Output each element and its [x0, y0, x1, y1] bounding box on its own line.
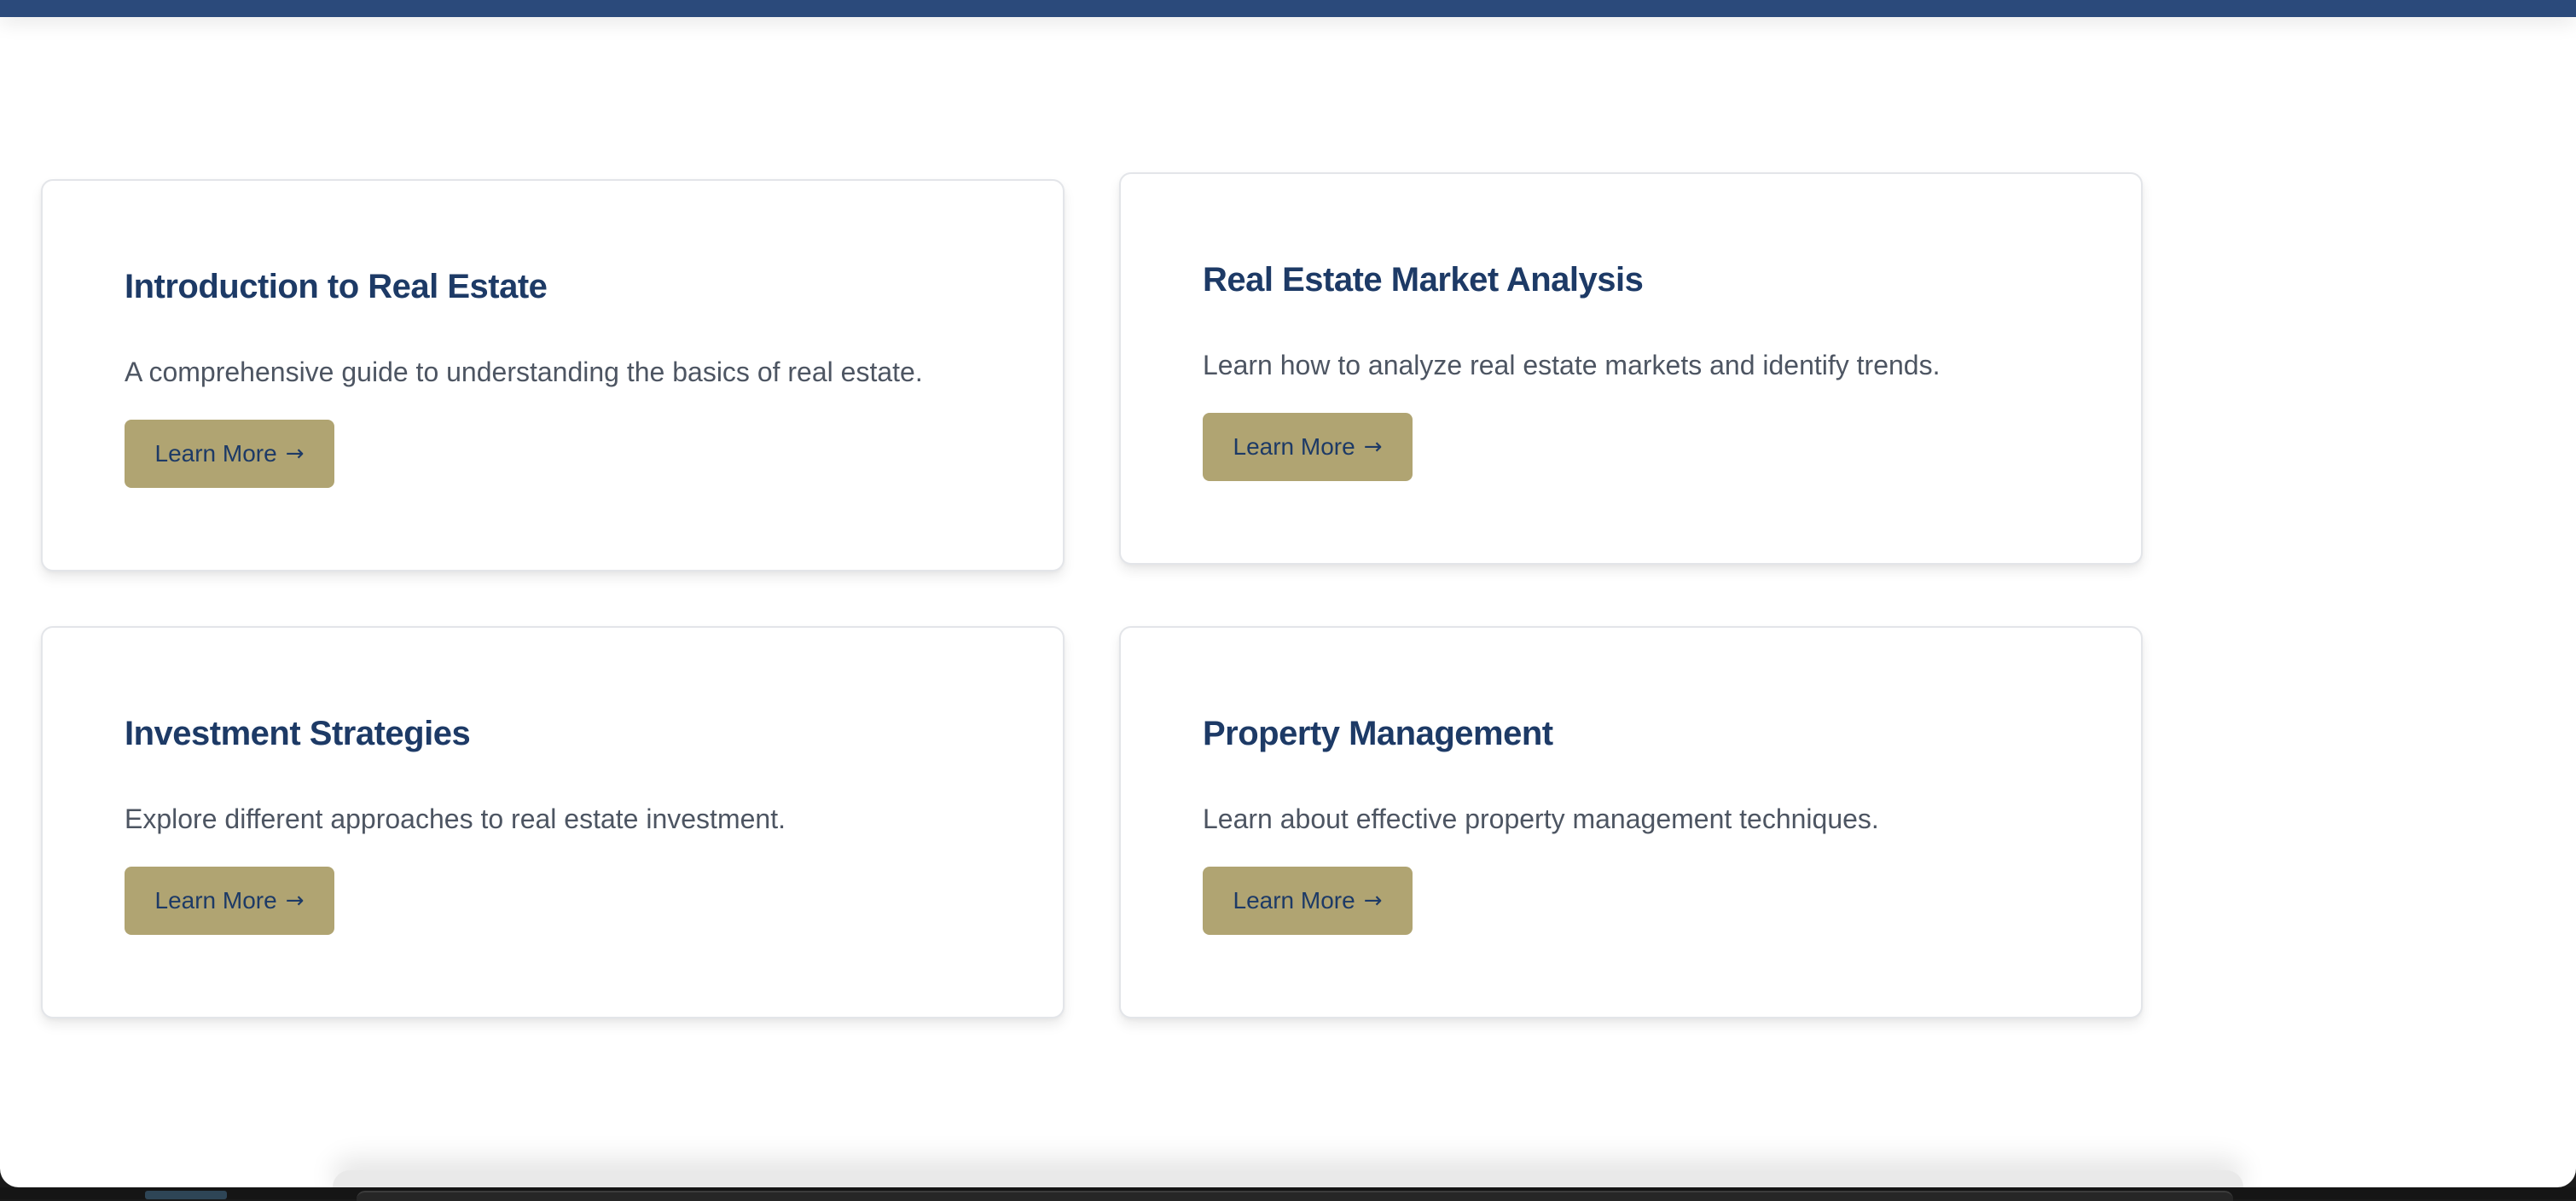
learn-more-label: Learn More: [1233, 433, 1355, 460]
dock-app-icon[interactable]: [145, 1191, 227, 1199]
browser-viewport: Introduction to Real Estate A comprehens…: [0, 0, 2576, 1187]
course-card-introduction: Introduction to Real Estate A comprehens…: [41, 179, 1065, 571]
card-title: Real Estate Market Analysis: [1203, 261, 1644, 299]
card-title: Introduction to Real Estate: [125, 268, 548, 305]
header-bar: [0, 0, 2576, 17]
dock-bar: [357, 1191, 2233, 1201]
learn-more-button-market-analysis[interactable]: Learn More →: [1203, 413, 1413, 481]
arrow-right-icon: →: [285, 888, 305, 914]
course-card-market-analysis: Real Estate Market Analysis Learn how to…: [1119, 172, 2143, 565]
card-title: Investment Strategies: [125, 715, 471, 752]
learn-more-button-introduction[interactable]: Learn More →: [125, 420, 334, 488]
card-description: A comprehensive guide to understanding t…: [125, 357, 923, 387]
learn-more-label: Learn More: [154, 887, 277, 914]
course-card-property-management: Property Management Learn about effectiv…: [1119, 626, 2143, 1018]
card-description: Learn how to analyze real estate markets…: [1203, 350, 1941, 380]
arrow-right-icon: →: [285, 441, 305, 467]
arrow-right-icon: →: [1363, 888, 1383, 914]
course-card-investment-strategies: Investment Strategies Explore different …: [41, 626, 1065, 1018]
floating-panel-edge: [333, 1170, 2243, 1187]
learn-more-label: Learn More: [154, 440, 277, 467]
learn-more-label: Learn More: [1233, 887, 1355, 914]
card-description: Explore different approaches to real est…: [125, 804, 786, 834]
card-title: Property Management: [1203, 715, 1553, 752]
learn-more-button-property-management[interactable]: Learn More →: [1203, 867, 1413, 935]
card-description: Learn about effective property managemen…: [1203, 804, 1879, 834]
arrow-right-icon: →: [1363, 434, 1383, 460]
learn-more-button-investment-strategies[interactable]: Learn More →: [125, 867, 334, 935]
